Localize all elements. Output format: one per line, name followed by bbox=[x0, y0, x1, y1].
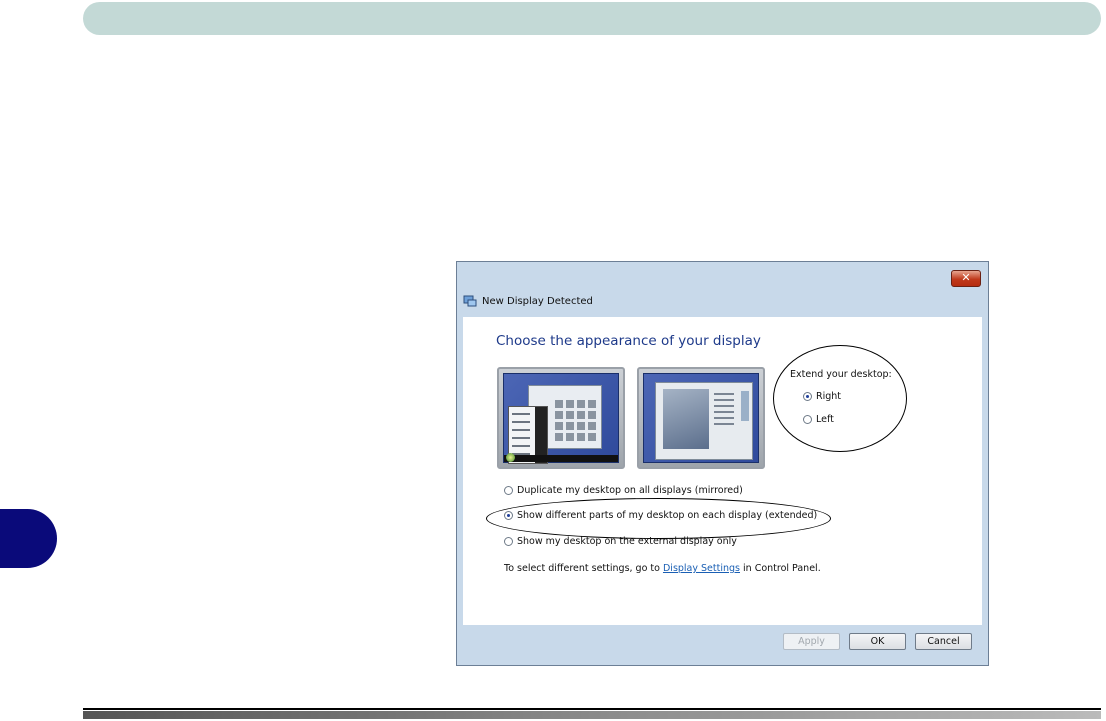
dialog-heading: Choose the appearance of your display bbox=[496, 333, 761, 349]
dialog-content: Choose the appearance of your display Ex… bbox=[463, 317, 982, 625]
page-footer-bar bbox=[83, 708, 1101, 719]
extended-preview-secondary bbox=[637, 367, 765, 469]
close-icon: ✕ bbox=[961, 271, 971, 284]
external-only-label: Show my desktop on the external display … bbox=[517, 536, 737, 547]
extended-preview-primary bbox=[497, 367, 625, 469]
mirrored-radio[interactable] bbox=[504, 486, 513, 495]
hint-suffix: in Control Panel. bbox=[740, 563, 821, 574]
highlight-ellipse bbox=[486, 498, 831, 539]
display-settings-link[interactable]: Display Settings bbox=[663, 563, 740, 574]
new-display-dialog: ✕ New Display Detected Choose the appear… bbox=[456, 261, 989, 666]
dialog-titlebar: New Display Detected bbox=[463, 292, 593, 310]
cancel-button[interactable]: Cancel bbox=[915, 633, 972, 650]
mirrored-option[interactable]: Duplicate my desktop on all displays (mi… bbox=[504, 485, 743, 496]
mirrored-label: Duplicate my desktop on all displays (mi… bbox=[517, 485, 743, 496]
settings-hint: To select different settings, go to Disp… bbox=[504, 563, 821, 574]
hint-prefix: To select different settings, go to bbox=[504, 563, 663, 574]
apply-button[interactable]: Apply bbox=[783, 633, 840, 650]
close-button[interactable]: ✕ bbox=[951, 270, 981, 287]
display-icon bbox=[463, 295, 477, 307]
ok-button[interactable]: OK bbox=[849, 633, 906, 650]
page-header-band bbox=[83, 2, 1101, 35]
preview-window-secondary bbox=[655, 382, 753, 460]
external-only-radio[interactable] bbox=[504, 537, 513, 546]
start-orb-icon bbox=[506, 453, 515, 462]
external-only-option[interactable]: Show my desktop on the external display … bbox=[504, 536, 737, 547]
preview-taskbar bbox=[504, 455, 618, 462]
dialog-title: New Display Detected bbox=[482, 295, 593, 307]
chapter-side-tab bbox=[0, 509, 57, 568]
highlight-circle bbox=[773, 345, 907, 452]
